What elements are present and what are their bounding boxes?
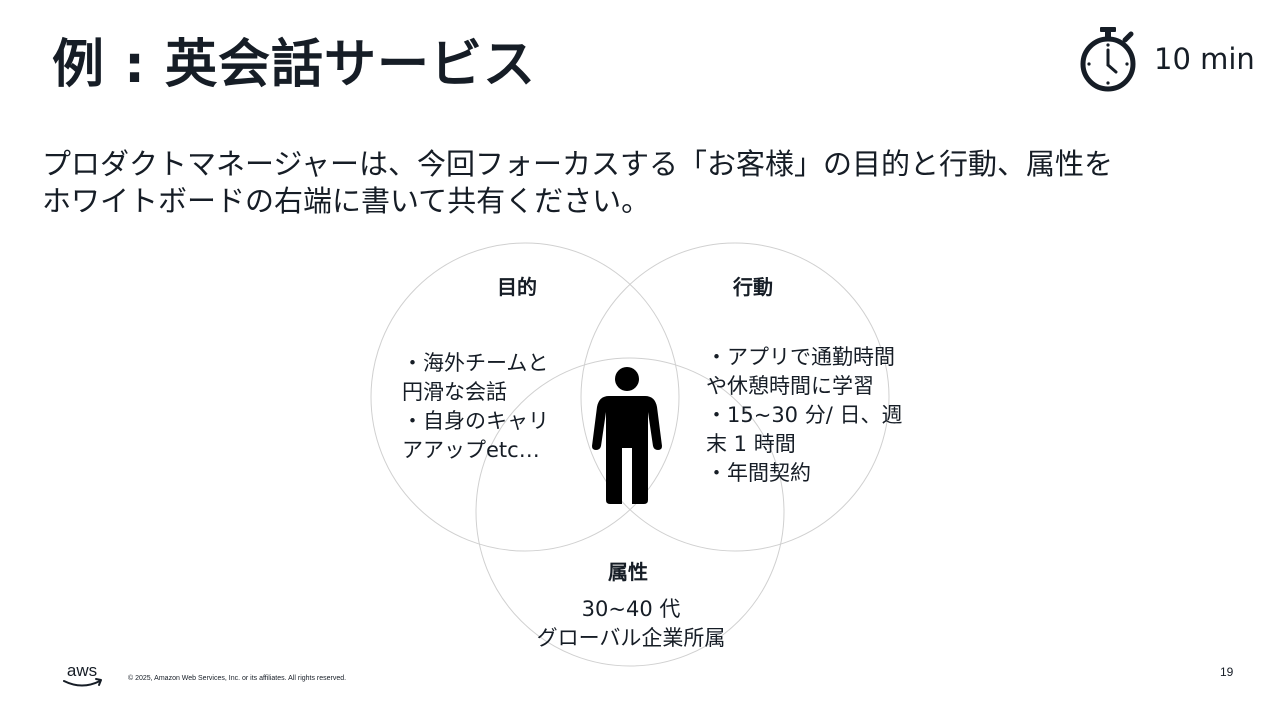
attributes-line: 30~40 代 [581,597,681,621]
behavior-line: や休憩時間に学習 [706,374,874,398]
behavior-line: ・年間契約 [706,461,811,485]
page-number: 19 [1220,665,1234,679]
purpose-line: ・海外チームと [402,351,549,375]
copyright-notice: © 2025, Amazon Web Services, Inc. or its… [128,675,347,682]
purpose-line: 円滑な会話 [402,380,507,404]
behavior-text: ・アプリで通勤時間 や休憩時間に学習 ・15~30 分/ 日、週 末 1 時間 … [706,343,902,488]
attributes-label: 属性 [608,560,648,584]
person-icon [592,367,662,504]
purpose-line: アアップetc… [402,438,540,462]
aws-logo: aws [63,661,102,687]
purpose-text: ・海外チームと 円滑な会話 ・自身のキャリ アアップetc… [402,349,549,465]
behavior-line: ・アプリで通勤時間 [706,345,895,369]
attributes-text: 30~40 代 グローバル企業所属 [520,595,742,653]
attributes-line: グローバル企業所属 [536,626,726,650]
purpose-line: ・自身のキャリ [402,409,549,433]
purpose-label: 目的 [497,275,537,299]
aws-logo-text: aws [67,661,97,680]
behavior-label: 行動 [733,275,773,299]
behavior-line: ・15~30 分/ 日、週 [706,403,903,427]
behavior-line: 末 1 時間 [706,432,796,456]
